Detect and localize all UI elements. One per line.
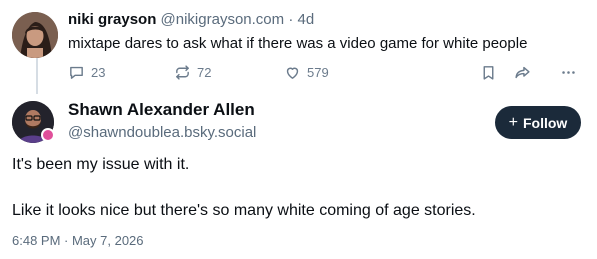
plus-icon: + [508,113,518,131]
reply-count: 23 [91,64,106,80]
reply-text-line-1: It's been my issue with it. [12,156,190,173]
parent-post-header: niki grayson @nikigrayson.com · 4d [68,11,314,28]
follow-label: Follow [523,114,568,131]
parent-post-separator: · [288,11,294,28]
reply-icon [70,66,83,79]
like-icon [286,67,299,79]
bookmark-icon [483,65,494,80]
parent-author-avatar[interactable] [12,12,58,58]
reply-text-line-2: Like it looks nice but there's so many w… [12,202,476,219]
like-button[interactable]: 579 [284,61,329,83]
parent-author-handle[interactable]: @nikigrayson.com [161,11,285,28]
more-icon [562,70,575,74]
parent-post[interactable]: niki grayson @nikigrayson.com · 4d mixta… [12,8,585,90]
avatar-status-badge [41,128,55,142]
repost-count: 72 [197,64,212,80]
parent-post-actions: 23 72 579 [68,61,581,83]
reply-timestamp[interactable]: 6:48 PM · May 7, 2026 [12,233,144,248]
repost-icon [176,64,189,80]
parent-post-time[interactable]: 4d [297,11,314,28]
reply-author-name[interactable]: Shawn Alexander Allen [68,100,255,120]
share-button[interactable] [514,61,531,83]
reply-post: Shawn Alexander Allen @shawndoublea.bsky… [12,96,585,256]
bookmark-button[interactable] [480,61,497,83]
parent-author-name[interactable]: niki grayson [68,11,156,28]
share-icon [515,66,530,78]
follow-button[interactable]: + Follow [495,106,581,139]
reply-author-handle[interactable]: @shawndoublea.bsky.social [68,124,256,141]
reply-button[interactable]: 23 [68,61,105,83]
parent-post-text: mixtape dares to ask what if there was a… [68,35,528,52]
repost-button[interactable]: 72 [174,61,211,83]
more-options-button[interactable] [560,61,577,83]
like-count: 579 [307,64,329,80]
